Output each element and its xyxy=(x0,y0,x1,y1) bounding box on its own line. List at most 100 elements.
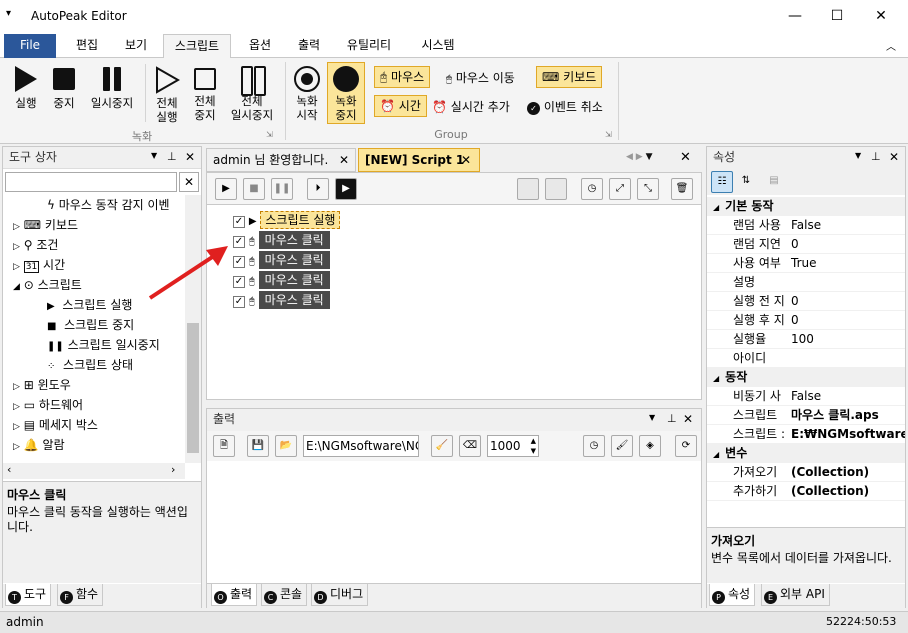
tab-external-api[interactable]: E 외부 API xyxy=(761,584,830,606)
categorized-button[interactable]: ☷ xyxy=(711,171,733,193)
expand-icon[interactable]: ▷ xyxy=(13,402,20,412)
tab-nav-icons[interactable]: ◀ ▶ ▼ xyxy=(626,152,653,162)
expand-icon[interactable]: ▷ xyxy=(13,222,20,232)
close-tab-icon[interactable]: ✕ xyxy=(339,149,349,171)
expand-icon[interactable]: ▷ xyxy=(13,422,20,432)
property-pages-button[interactable]: ▤ xyxy=(763,171,785,193)
editor-tab-script1[interactable]: [NEW] Script 1 ✕ xyxy=(358,148,480,172)
tree-item-script-status[interactable]: ⁘ 스크립트 상태 xyxy=(47,355,133,375)
tab-console[interactable]: C 콘솔 xyxy=(261,584,308,606)
close-icon[interactable]: ✕ xyxy=(680,150,691,165)
tree-item-keyboard[interactable]: ▷ ⌨ 키보드 xyxy=(13,215,78,235)
property-row[interactable]: 비동기 사 False xyxy=(707,387,905,406)
property-row[interactable]: 사용 여부 True xyxy=(707,254,905,273)
script-row[interactable]: ✓ 🖰 마우스 클릭 xyxy=(233,231,330,249)
tab-utility[interactable]: 유틸리티 xyxy=(338,34,400,58)
property-row[interactable]: 실행 전 지0 xyxy=(707,292,905,311)
tab-system[interactable]: 시스템 xyxy=(410,34,466,58)
tree-item-script-stop[interactable]: ■ 스크립트 중지 xyxy=(47,315,134,335)
tab-edit[interactable]: 편집 xyxy=(64,34,110,58)
tab-options[interactable]: 옵션 xyxy=(238,34,282,58)
maximize-button[interactable]: ☐ xyxy=(822,6,852,26)
tree-item-window[interactable]: ▷ ⊞ 윈도우 xyxy=(13,375,71,395)
dropdown-icon[interactable]: ▼ xyxy=(151,151,157,160)
dropdown-icon[interactable]: ▼ xyxy=(649,413,655,422)
refresh-button[interactable]: ⟳ xyxy=(675,435,697,457)
expand-all-button[interactable]: ⤢ xyxy=(609,178,631,200)
file-menu[interactable]: File xyxy=(4,34,56,58)
script-editor-area[interactable]: ✓ ▶ 스크립트 실행 ✓ 🖰 마우스 클릭 ✓ 🖰 마우스 클릭 ✓ 🖰 마우… xyxy=(206,204,702,400)
run-button[interactable]: 실행 xyxy=(8,64,44,110)
tab-script[interactable]: 스크립트 xyxy=(163,34,231,58)
tab-output[interactable]: 출력 xyxy=(288,34,330,58)
pin-icon[interactable]: ⊥ xyxy=(167,150,177,163)
run-script-button[interactable]: ▶ xyxy=(215,178,237,200)
run-from-button[interactable]: ▶ xyxy=(335,178,357,200)
group-launcher-icon[interactable]: ⇲ xyxy=(266,130,273,139)
property-row[interactable]: 가져오기 (Collection) xyxy=(707,463,905,482)
stop-script-button[interactable]: ■ xyxy=(243,178,265,200)
property-row[interactable]: 스크립트 마우스 클릭.aps xyxy=(707,406,905,425)
vertical-scrollbar[interactable] xyxy=(185,195,201,463)
event-cancel-toggle[interactable]: ✓ 이벤트 취소 xyxy=(527,98,603,115)
tab-output-log[interactable]: O 출력 xyxy=(211,584,258,606)
toolbox-search-input[interactable] xyxy=(5,172,177,192)
stop-all-button[interactable]: 전체 중지 xyxy=(186,64,224,122)
minimize-button[interactable]: — xyxy=(780,6,810,26)
mouse-toggle[interactable]: 🖰 마우스 xyxy=(374,66,431,88)
tab-properties[interactable]: P 속성 xyxy=(709,584,756,606)
realtime-add-toggle[interactable]: ⏰ 실시간 추가 xyxy=(432,98,510,115)
property-row[interactable]: 실행율 100 xyxy=(707,330,905,349)
property-row[interactable]: 실행 후 지0 xyxy=(707,311,905,330)
expand-icon[interactable]: ▷ xyxy=(13,242,20,252)
mouse-move-toggle[interactable]: 🖱 마우스 이동 xyxy=(446,69,515,86)
tab-view[interactable]: 보기 xyxy=(113,34,159,58)
property-row[interactable]: 랜덤 사용 False xyxy=(707,216,905,235)
timer-button[interactable]: ◷ xyxy=(581,178,603,200)
interval-stepper[interactable]: 1000 ▲ ▼ xyxy=(487,435,539,457)
option-b-button[interactable] xyxy=(545,178,567,200)
horizontal-scrollbar[interactable]: ‹ › xyxy=(3,463,185,479)
expand-icon[interactable]: ▷ xyxy=(13,382,20,392)
tab-tools[interactable]: T 도구 xyxy=(5,584,52,606)
tab-debug[interactable]: D 디버그 xyxy=(311,584,369,606)
property-row[interactable]: 스크립트 :E:₩NGMsoftware₩ xyxy=(707,425,905,444)
section-basic[interactable]: ◢ 기본 동작 xyxy=(707,197,905,216)
clear-search-icon[interactable]: ✕ xyxy=(179,172,199,192)
expand-icon[interactable]: ▷ xyxy=(13,442,20,452)
option-a-button[interactable] xyxy=(517,178,539,200)
tab-functions[interactable]: F 함수 xyxy=(57,584,104,606)
section-variables[interactable]: ◢ 변수 xyxy=(707,444,905,463)
pin-icon[interactable]: ⊥ xyxy=(667,412,677,425)
script-row[interactable]: ✓ 🖰 마우스 클릭 xyxy=(233,251,330,269)
dropdown-icon[interactable]: ▼ xyxy=(855,151,861,160)
open-folder-button[interactable]: 📂 xyxy=(275,435,297,457)
output-log-area[interactable] xyxy=(207,461,701,583)
step-run-button[interactable]: ⏵ xyxy=(307,178,329,200)
record-start-button[interactable]: 녹화 시작 xyxy=(288,64,326,122)
editor-tab-welcome[interactable]: admin 님 환영합니다. ✕ xyxy=(206,148,356,172)
run-all-button[interactable]: 전체 실행 xyxy=(148,64,186,124)
script-row[interactable]: ✓ 🖰 마우스 클릭 xyxy=(233,291,330,309)
tree-item-condition[interactable]: ▷ ⚲ 조건 xyxy=(13,235,58,255)
new-log-button[interactable]: 🗎 xyxy=(213,435,235,457)
group-launcher-icon[interactable]: ⇲ xyxy=(605,130,612,139)
property-row[interactable]: 설명 xyxy=(707,273,905,292)
pin-icon[interactable]: ⊥ xyxy=(871,150,881,163)
log-path-input[interactable]: E:\NGMsoftware\NG xyxy=(303,435,419,457)
brush-button[interactable]: 🖌 xyxy=(611,435,633,457)
tree-item-hardware[interactable]: ▷ ▭ 하드웨어 xyxy=(13,395,83,415)
section-action[interactable]: ◢ 동작 xyxy=(707,368,905,387)
pause-button[interactable]: 일시중지 xyxy=(84,64,140,110)
time-toggle[interactable]: ⏰ 시간 xyxy=(374,95,427,117)
close-icon[interactable]: ✕ xyxy=(889,150,899,164)
collapse-ribbon-icon[interactable]: ︿ xyxy=(886,38,896,53)
tree-item-script[interactable]: ◢ ⊙ 스크립트 xyxy=(13,275,82,295)
tree-item-alarm[interactable]: ▷ 🔔 알람 xyxy=(13,435,65,455)
clock-button[interactable]: ◷ xyxy=(583,435,605,457)
tree-item-script-pause[interactable]: ❚❚ 스크립트 일시중지 xyxy=(47,335,160,355)
stop-button[interactable]: 중지 xyxy=(46,64,82,110)
clean-button[interactable]: 🧹 xyxy=(431,435,453,457)
close-button[interactable]: ✕ xyxy=(866,6,896,26)
tree-item-time[interactable]: ▷ 31 시간 xyxy=(13,255,65,275)
